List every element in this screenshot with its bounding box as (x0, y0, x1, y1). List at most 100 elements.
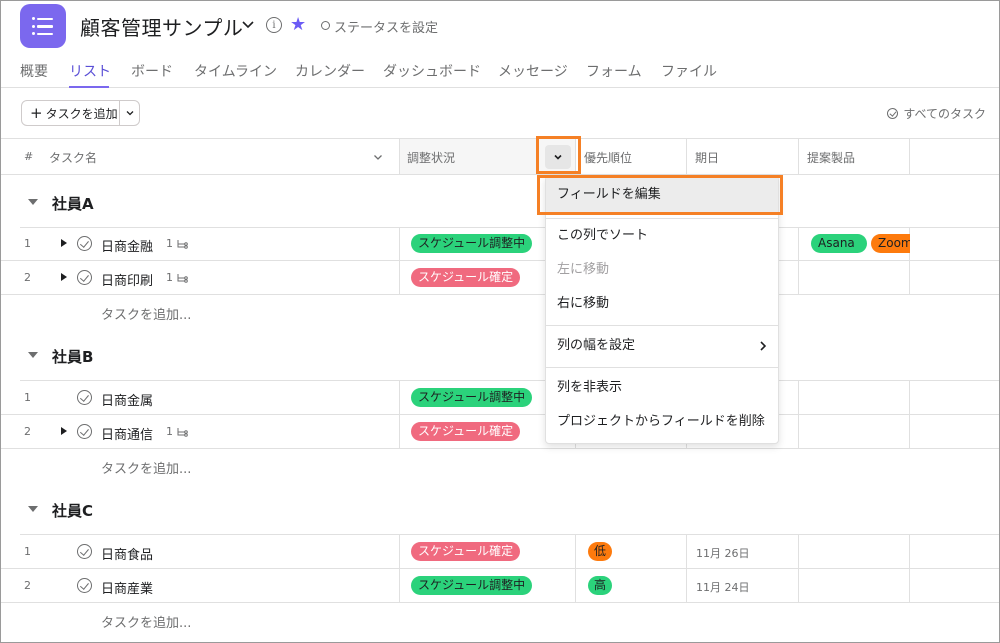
priority-cell[interactable]: 高 (575, 569, 686, 602)
subtask-icon (177, 427, 188, 437)
task-name[interactable]: 日商金融 (101, 236, 153, 255)
add-task-inline[interactable]: タスクを追加... (101, 304, 191, 323)
menu-item-hide-column[interactable]: 列を非表示 (546, 371, 778, 405)
menu-item-move-right[interactable]: 右に移動 (546, 287, 778, 321)
chevron-down-icon[interactable] (240, 16, 256, 32)
status-badge[interactable]: スケジュール調整中 (411, 388, 533, 407)
tab-dashboard[interactable]: ダッシュボード (383, 61, 481, 81)
menu-item-set-width[interactable]: 列の幅を設定 (546, 329, 778, 363)
product-cell[interactable] (798, 535, 910, 568)
expand-icon[interactable] (61, 273, 67, 281)
expand-icon[interactable] (61, 427, 67, 435)
caret-down-icon[interactable] (28, 199, 38, 205)
project-title[interactable]: 顧客管理サンプル (80, 12, 243, 41)
column-due-date[interactable]: 期日 (686, 139, 798, 174)
product-cell[interactable] (798, 415, 910, 448)
chevron-down-icon[interactable] (372, 151, 384, 163)
status-cell[interactable]: スケジュール確定 (399, 535, 575, 568)
section-header: 社員B (0, 329, 1000, 381)
subtask-count[interactable]: 1 (166, 271, 188, 284)
column-product-label: 提案製品 (807, 151, 856, 165)
add-task-label: タスクを追加 (45, 106, 118, 121)
product-cell[interactable] (798, 261, 910, 294)
caret-down-icon[interactable] (28, 506, 38, 512)
subtask-count[interactable]: 1 (166, 425, 188, 438)
status-badge[interactable]: スケジュール調整中 (411, 576, 533, 595)
expand-icon[interactable] (61, 239, 67, 247)
status-badge[interactable]: スケジュール調整中 (411, 234, 533, 253)
column-product[interactable]: 提案製品 (798, 139, 910, 174)
table-row[interactable]: 2 日商通信 1 スケジュール確定 (0, 415, 1000, 449)
tab-calendar[interactable]: カレンダー (295, 61, 365, 81)
column-options-menu: フィールドを編集 この列でソート 左に移動 右に移動 列の幅を設定 列を非表示 … (545, 176, 779, 444)
complete-check-icon[interactable] (77, 236, 92, 251)
status-badge[interactable]: スケジュール確定 (411, 268, 521, 287)
add-task-row[interactable]: タスクを追加... (0, 449, 1000, 483)
priority-badge[interactable]: 低 (588, 542, 613, 561)
column-priority[interactable]: 優先順位 (575, 139, 686, 174)
tab-board[interactable]: ボード (131, 61, 173, 81)
add-task-button[interactable]: + タスクを追加 (21, 100, 120, 126)
product-cell[interactable]: Asana Zoom (798, 227, 910, 260)
add-task-inline[interactable]: タスクを追加... (101, 458, 191, 477)
tab-list[interactable]: リスト (69, 61, 111, 81)
menu-item-sort[interactable]: この列でソート (546, 219, 778, 253)
table-row[interactable]: 1 日商食品 スケジュール確定 低 11月 26日 (0, 535, 1000, 569)
all-tasks-filter[interactable]: すべてのタスク (887, 105, 986, 122)
task-name[interactable]: 日商食品 (101, 544, 153, 563)
task-name[interactable]: 日商金属 (101, 390, 153, 409)
table-row[interactable]: 1 日商金融 1 スケジュール調整中 Asana Zoom (0, 227, 1000, 261)
complete-check-icon[interactable] (77, 578, 92, 593)
caret-down-icon[interactable] (28, 352, 38, 358)
due-date-cell[interactable]: 11月 26日 (686, 535, 798, 568)
status-badge[interactable]: スケジュール確定 (411, 422, 521, 441)
complete-check-icon[interactable] (77, 424, 92, 439)
tab-overview[interactable]: 概要 (20, 61, 48, 81)
complete-check-icon[interactable] (77, 390, 92, 405)
subtask-count[interactable]: 1 (166, 237, 188, 250)
tab-timeline[interactable]: タイムライン (194, 61, 277, 81)
info-icon[interactable]: i (266, 17, 282, 33)
section-header: 社員C (0, 483, 1000, 535)
tab-forms[interactable]: フォーム (586, 61, 642, 81)
column-task-name[interactable]: タスク名 (49, 149, 97, 166)
status-cell[interactable]: スケジュール調整中 (399, 569, 575, 602)
complete-check-icon[interactable] (77, 544, 92, 559)
task-name[interactable]: 日商産業 (101, 578, 153, 597)
section-title[interactable]: 社員A (52, 193, 94, 214)
table-row[interactable]: 2 日商産業 スケジュール調整中 高 11月 24日 (0, 569, 1000, 603)
column-number: # (24, 150, 34, 163)
all-tasks-label: すべてのタスク (903, 107, 986, 121)
due-date: 11月 24日 (696, 581, 750, 594)
set-status-link[interactable]: ステータスを設定 (334, 17, 438, 36)
add-task-row[interactable]: タスクを追加... (0, 603, 1000, 637)
product-cell[interactable] (798, 381, 910, 414)
priority-cell[interactable]: 低 (575, 535, 686, 568)
task-name[interactable]: 日商通信 (101, 424, 153, 443)
highlight-edit-field (537, 175, 783, 215)
complete-check-icon[interactable] (77, 270, 92, 285)
section-title[interactable]: 社員C (52, 500, 93, 521)
product-tag[interactable]: Zoom (871, 234, 910, 253)
section-title[interactable]: 社員B (52, 346, 93, 367)
plus-icon: + (30, 104, 43, 122)
menu-item-remove-field[interactable]: プロジェクトからフィールドを削除 (546, 405, 778, 439)
priority-badge[interactable]: 高 (588, 576, 613, 595)
due-date-cell[interactable]: 11月 24日 (686, 569, 798, 602)
view-tabs: 概要 リスト ボード タイムライン カレンダー ダッシュボード メッセージ フォ… (0, 58, 1000, 88)
star-icon[interactable]: ★ (290, 14, 306, 35)
product-cell[interactable] (798, 569, 910, 602)
table-row[interactable]: 1 日商金属 スケジュール調整中 (0, 381, 1000, 415)
status-badge[interactable]: スケジュール確定 (411, 542, 521, 561)
add-task-menu-button[interactable] (119, 100, 140, 126)
row-number: 2 (24, 271, 31, 284)
column-header-row: # タスク名 調整状況 優先順位 期日 提案製品 (0, 138, 1000, 175)
table-row[interactable]: 2 日商印刷 1 スケジュール確定 (0, 261, 1000, 295)
add-task-inline[interactable]: タスクを追加... (101, 612, 191, 631)
add-task-row[interactable]: タスクを追加... (0, 295, 1000, 329)
project-list-icon[interactable] (20, 4, 66, 48)
product-tag[interactable]: Asana (811, 234, 867, 253)
task-name[interactable]: 日商印刷 (101, 270, 153, 289)
tab-messages[interactable]: メッセージ (498, 61, 568, 81)
tab-files[interactable]: ファイル (661, 61, 717, 81)
